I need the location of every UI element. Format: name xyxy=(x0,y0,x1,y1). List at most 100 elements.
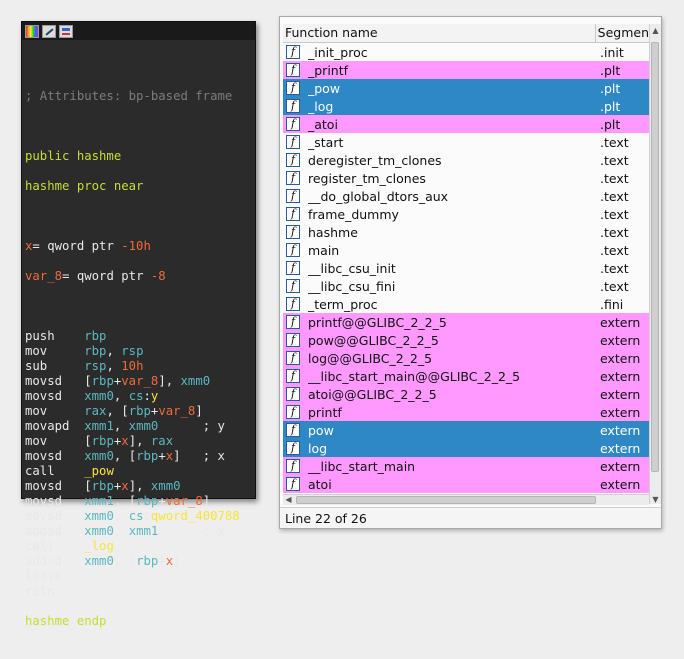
function-segment: extern xyxy=(600,476,641,492)
asm-instruction[interactable]: movsd [rbp+var_8], xmm0 xyxy=(25,374,240,389)
function-row[interactable]: f atoi extern xyxy=(283,475,649,493)
function-name: log@@GLIBC_2_2_5 xyxy=(308,350,433,366)
scroll-up-arrow-icon[interactable]: ▲ xyxy=(650,25,661,36)
asm-operand-token: rbp xyxy=(136,449,159,463)
function-segment: .text xyxy=(600,260,629,276)
asm-instruction[interactable]: movsd xmm0, cs:qword_400788 xyxy=(25,509,240,524)
asm-instruction[interactable]: movsd [rbp+x], xmm0 xyxy=(25,479,240,494)
asm-instruction[interactable]: sub rsp, 10h xyxy=(25,359,240,374)
function-icon: f xyxy=(286,387,300,401)
function-row[interactable]: f hashme .text xyxy=(283,223,649,241)
function-row[interactable]: f deregister_tm_clones .text xyxy=(283,151,649,169)
function-row[interactable]: f __libc_start_main extern xyxy=(283,457,649,475)
function-name: main xyxy=(308,242,340,258)
function-row[interactable]: f _init_proc .init xyxy=(283,43,649,61)
asm-operand-token: rbp xyxy=(84,344,107,358)
asm-operand-token: ], xyxy=(128,434,151,448)
disassembly-view[interactable]: ; Attributes: bp-based frame public hash… xyxy=(21,21,256,628)
asm-operand-token: cs xyxy=(128,509,144,523)
function-name: _init_proc xyxy=(308,44,368,60)
asm-instruction[interactable]: call _pow xyxy=(25,464,240,479)
column-header-segment[interactable]: Segmen xyxy=(596,24,649,42)
asm-operand-token: rsp xyxy=(121,344,144,358)
asm-instruction[interactable]: addsd xmm0, [rbp+x] xyxy=(25,554,240,569)
function-row[interactable]: f _printf .plt xyxy=(283,61,649,79)
asm-instruction[interactable]: retn xyxy=(25,584,240,599)
function-row[interactable]: f log extern xyxy=(283,439,649,457)
function-name: atoi xyxy=(308,476,332,492)
function-icon: f xyxy=(286,189,300,203)
asm-operand-token: xmm0 xyxy=(84,389,114,403)
horizontal-scrollbar[interactable]: ◀ xyxy=(283,494,649,505)
asm-mnemonic: leave xyxy=(25,569,63,583)
asm-instruction[interactable]: mov rbp, rsp xyxy=(25,344,240,359)
graph-icon[interactable] xyxy=(59,24,73,38)
function-row[interactable]: f frame_dummy .text xyxy=(283,205,649,223)
asm-instruction[interactable]: push rbp xyxy=(25,329,240,344)
function-name: _log xyxy=(308,98,334,114)
asm-instruction[interactable]: mov rax, [rbp+var_8] xyxy=(25,404,240,419)
asm-operand-token: qword_400788 xyxy=(150,509,240,523)
asm-operand-token: cs xyxy=(128,389,144,403)
function-row[interactable]: f log@@GLIBC_2_2_5 extern xyxy=(283,349,649,367)
asm-instruction[interactable]: movsd xmm0, cs:y xyxy=(25,389,240,404)
scroll-down-arrow-icon[interactable]: ▼ xyxy=(650,494,661,505)
asm-instruction[interactable]: call _log xyxy=(25,539,240,554)
function-row[interactable]: f _start .text xyxy=(283,133,649,151)
asm-instruction[interactable]: mov [rbp+x], rax xyxy=(25,434,240,449)
column-header-function-name[interactable]: Function name xyxy=(283,24,596,42)
asm-instruction[interactable]: movapd xmm1, xmm0 ; y xyxy=(25,419,240,434)
function-row[interactable]: f _log .plt xyxy=(283,97,649,115)
asm-mnemonic: addsd xyxy=(25,554,63,568)
status-line: Line 22 of 26 xyxy=(280,507,661,528)
function-row[interactable]: f pow extern xyxy=(283,421,649,439)
asm-operand-token: xmm1 xyxy=(84,494,114,508)
function-row[interactable]: f pow@@GLIBC_2_2_5 extern xyxy=(283,331,649,349)
asm-instruction[interactable]: movsd xmm0, [rbp+x] ; x xyxy=(25,449,240,464)
asm-operand-token: xmm0 xyxy=(84,449,114,463)
scroll-left-arrow-icon[interactable]: ◀ xyxy=(283,495,294,506)
functions-list: f _init_proc .init f _printf .plt f _pow .plt f _l… xyxy=(283,43,649,493)
asm-operand-token: + xyxy=(158,449,166,463)
function-segment: extern xyxy=(600,332,641,348)
function-segment: extern xyxy=(600,368,641,384)
asm-mnemonic: movsd xyxy=(25,479,63,493)
function-name: _atoi xyxy=(308,116,338,132)
vertical-scroll-thumb[interactable] xyxy=(651,42,659,472)
asm-operand-token: rbp xyxy=(128,404,151,418)
function-row[interactable]: f printf extern xyxy=(283,403,649,421)
function-row[interactable]: f register_tm_clones .text xyxy=(283,169,649,187)
asm-mnemonic: call xyxy=(25,464,55,478)
palette-icon[interactable] xyxy=(25,24,39,38)
asm-instruction[interactable]: leave xyxy=(25,569,240,584)
function-name: pow@@GLIBC_2_2_5 xyxy=(308,332,439,348)
edit-icon[interactable] xyxy=(42,24,56,38)
function-icon: f xyxy=(286,369,300,383)
function-row[interactable]: f main .text xyxy=(283,241,649,259)
function-row[interactable]: f _term_proc .fini xyxy=(283,295,649,313)
asm-instruction[interactable]: movsd xmm1, [rbp+var_8] xyxy=(25,494,240,509)
function-segment: .text xyxy=(600,224,629,240)
function-icon: f xyxy=(286,459,300,473)
asm-proc-line: hashme proc near xyxy=(25,179,144,193)
functions-window[interactable]: Function name Segmen f _init_proc .init f _p… xyxy=(279,16,662,529)
function-icon: f xyxy=(286,243,300,257)
function-segment: .text xyxy=(600,206,629,222)
function-row[interactable]: f _pow .plt xyxy=(283,79,649,97)
horizontal-scroll-thumb[interactable] xyxy=(296,496,596,504)
asm-operand-token: ] xyxy=(202,494,211,508)
function-row[interactable]: f printf@@GLIBC_2_2_5 extern xyxy=(283,313,649,331)
function-row[interactable]: f _atoi .plt xyxy=(283,115,649,133)
asm-operand-token: xmm0 xyxy=(84,509,114,523)
function-row[interactable]: f __libc_csu_init .text xyxy=(283,259,649,277)
function-row[interactable]: f atoi@@GLIBC_2_2_5 extern xyxy=(283,385,649,403)
asm-operand-token: , xyxy=(106,404,122,418)
asm-operand-token: _pow xyxy=(84,464,114,478)
function-row[interactable]: f __libc_csu_fini .text xyxy=(283,277,649,295)
asm-operand-token: ; x xyxy=(158,524,225,538)
asm-operand-token: [ xyxy=(84,479,92,493)
function-row[interactable]: f __libc_start_main@@GLIBC_2_2_5 extern xyxy=(283,367,649,385)
asm-instruction[interactable]: addsd xmm0, xmm1 ; x xyxy=(25,524,240,539)
vertical-scrollbar[interactable]: ▲ ▼ xyxy=(649,24,661,504)
function-row[interactable]: f __do_global_dtors_aux .text xyxy=(283,187,649,205)
